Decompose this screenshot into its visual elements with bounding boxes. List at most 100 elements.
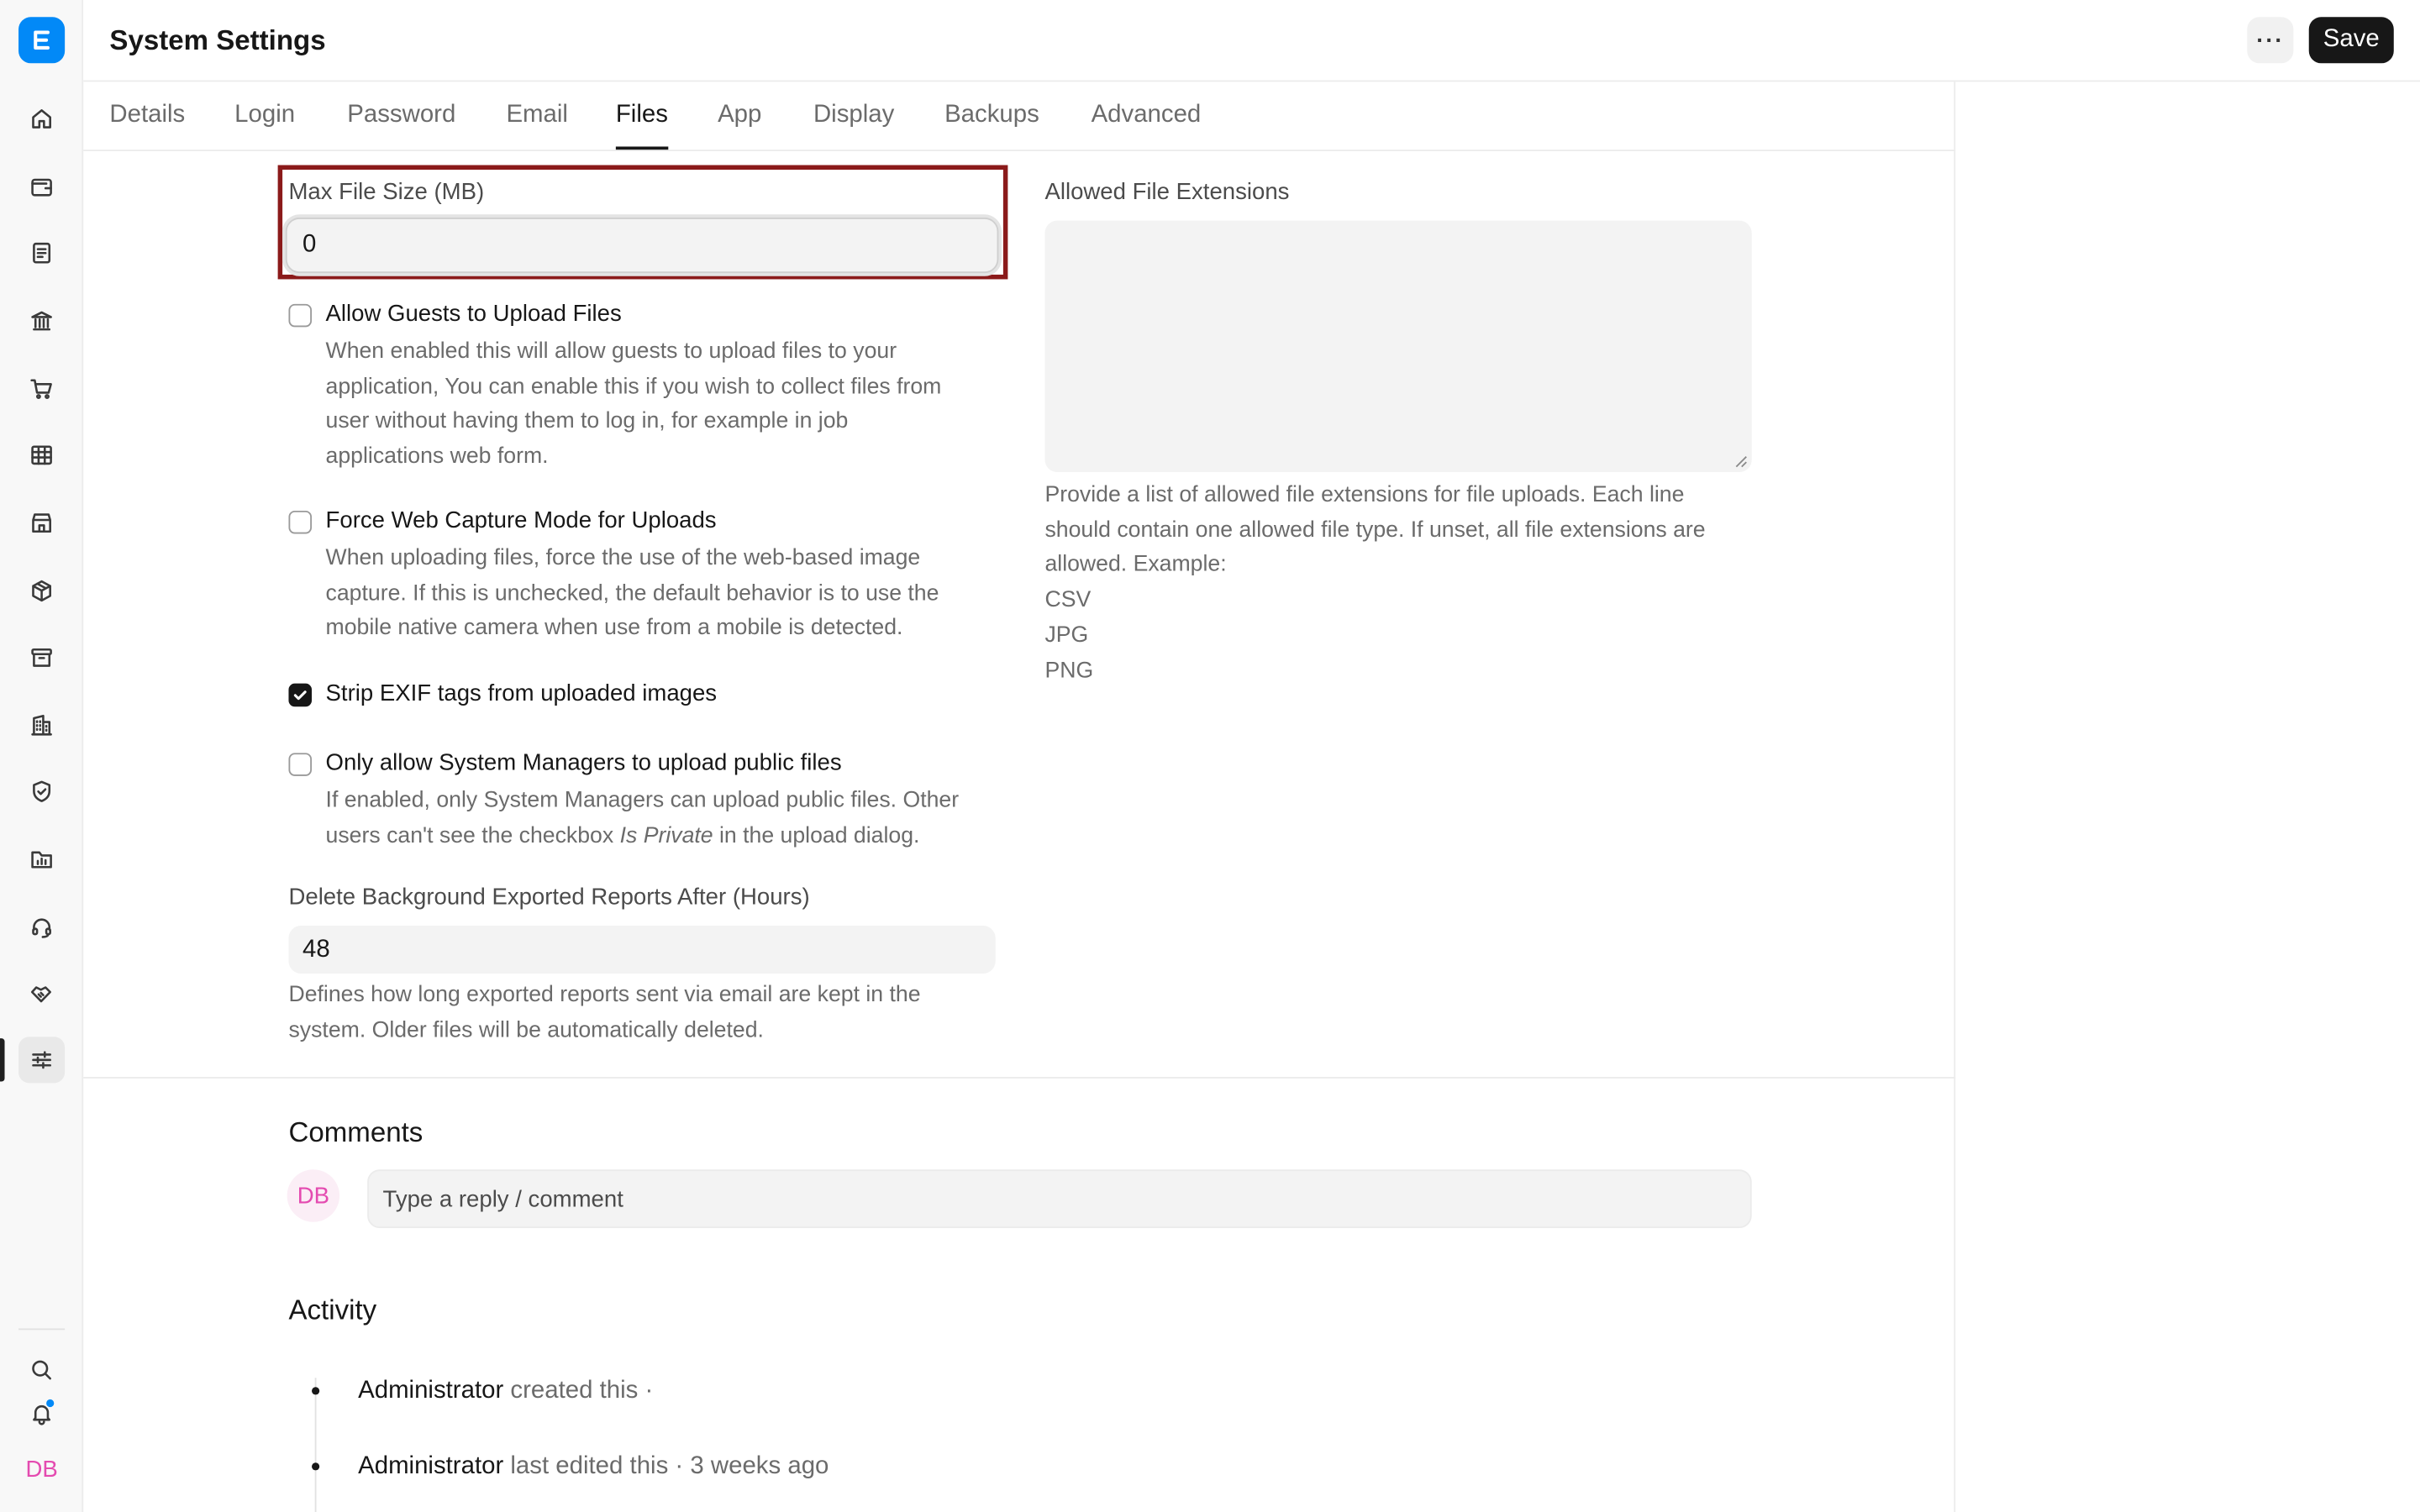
package-icon: [32, 580, 51, 602]
delete-reports-desc: Defines how long exported reports sent v…: [288, 978, 920, 1047]
allowed-extensions-label: Allowed File Extensions: [1044, 179, 1290, 206]
desc-line: user without having them to log in, for …: [325, 409, 849, 434]
user-avatar[interactable]: DB: [18, 1446, 65, 1492]
tab-backups[interactable]: Backups: [944, 102, 1039, 129]
sidebar-item-assets[interactable]: [18, 634, 65, 680]
delete-reports-input[interactable]: 48: [288, 926, 996, 974]
sidebar-item-accounting[interactable]: [18, 164, 65, 210]
page-title: System Settings: [109, 24, 326, 56]
tab-email[interactable]: Email: [506, 102, 567, 129]
tab-bar: Details Login Password Email Files App D…: [83, 81, 1956, 151]
help-line: PNG: [1044, 658, 1094, 683]
sidebar-item-home[interactable]: [18, 96, 65, 142]
desc-text: in the upload dialog.: [713, 823, 920, 848]
comments-title: Comments: [288, 1116, 424, 1148]
app-logo[interactable]: [18, 17, 66, 64]
help-line: CSV: [1044, 587, 1092, 613]
desc-line: users can't see the checkbox Is Private …: [326, 819, 960, 854]
strip-exif-label: Strip EXIF tags from uploaded images: [325, 680, 718, 707]
desc-line: capture. If this is unchecked, the defau…: [325, 580, 939, 606]
bank-icon: [31, 311, 52, 331]
force-web-capture-desc: When uploading files, force the use of t…: [326, 542, 939, 647]
store-icon: [32, 513, 51, 533]
sidebar-item-documents[interactable]: [18, 230, 65, 276]
notification-dot: [45, 1398, 56, 1409]
active-tab-indicator: [615, 146, 669, 150]
activity-user[interactable]: Administrator: [358, 1453, 503, 1479]
activity-dot: [312, 1387, 320, 1395]
activity-dot: [312, 1462, 320, 1471]
comment-avatar: DB: [287, 1169, 340, 1222]
desc-line: If enabled, only System Managers can upl…: [325, 788, 960, 813]
help-line: allowed. Example:: [1044, 553, 1227, 578]
desc-line: When enabled this will allow guests to u…: [325, 339, 897, 365]
search-icon: [32, 1360, 51, 1380]
activity-timeline: [314, 1378, 317, 1512]
tab-advanced[interactable]: Advanced: [1092, 102, 1202, 129]
settings-form: Details Login Password Email Files App D…: [83, 81, 1956, 1512]
sidebar-item-quality[interactable]: [18, 769, 65, 815]
max-file-size-label: Max File Size (MB): [288, 179, 485, 206]
sidebar-item-crm[interactable]: [18, 970, 65, 1016]
sidebar-search[interactable]: [18, 1347, 65, 1393]
save-button[interactable]: Save: [2308, 17, 2394, 64]
home-icon: [32, 109, 51, 129]
activity-text: created this ·: [503, 1378, 654, 1404]
tab-display[interactable]: Display: [813, 102, 894, 129]
help-line: should contain one allowed file type. If…: [1044, 517, 1706, 543]
sidebar-item-buying[interactable]: [18, 365, 65, 412]
sidebar-notifications[interactable]: [18, 1390, 65, 1436]
comment-input[interactable]: Type a reply / comment: [367, 1169, 1752, 1229]
sidebar-item-banking[interactable]: [18, 297, 65, 344]
strip-exif-checkbox[interactable]: [288, 683, 313, 707]
desc-line: When uploading files, force the use of t…: [325, 546, 921, 571]
page-header: System Settings ··· Save: [83, 0, 2420, 82]
tab-login[interactable]: Login: [234, 102, 295, 129]
sidebar-divider: [18, 1328, 66, 1331]
sidebar-item-selling[interactable]: [18, 500, 65, 546]
help-line: JPG: [1044, 622, 1089, 648]
activity-item: Administrator last edited this · 3 weeks…: [358, 1453, 829, 1481]
sidebar-item-projects[interactable]: [18, 837, 65, 883]
desc-text: users can't see the checkbox: [325, 823, 620, 848]
shield-icon: [33, 780, 51, 802]
allowed-extensions-textarea[interactable]: [1044, 220, 1752, 473]
only-managers-desc: If enabled, only System Managers can upl…: [326, 784, 960, 853]
sidebar-item-organization[interactable]: [18, 702, 65, 748]
desc-emphasis: Is Private: [619, 823, 713, 848]
tab-details[interactable]: Details: [109, 102, 185, 129]
desc-line: application, You can enable this if you …: [325, 374, 942, 400]
max-file-size-input[interactable]: 0: [285, 217, 999, 274]
sidebar-item-stock[interactable]: [18, 568, 65, 614]
section-divider: [83, 1077, 1956, 1079]
sliders-icon: [32, 1051, 51, 1069]
cart-icon: [30, 379, 52, 399]
sidebar-item-settings[interactable]: [18, 1037, 66, 1084]
building-icon: [31, 714, 52, 736]
force-web-capture-label: Force Web Capture Mode for Uploads: [325, 507, 717, 534]
tab-password[interactable]: Password: [347, 102, 455, 129]
tab-files[interactable]: Files: [616, 102, 668, 129]
handshake-icon: [30, 986, 51, 1003]
sidebar-item-support[interactable]: [18, 904, 65, 950]
desc-line: system. Older files will be automaticall…: [288, 1017, 764, 1043]
headset-icon: [32, 918, 51, 938]
app-logo-icon: [34, 30, 50, 50]
activity-item: Administrator created this ·: [358, 1378, 653, 1405]
delete-reports-label: Delete Background Exported Reports After…: [288, 884, 810, 911]
allow-guests-checkbox[interactable]: [288, 303, 313, 328]
tab-app[interactable]: App: [718, 102, 761, 129]
sidebar-item-tables[interactable]: [18, 432, 65, 478]
desc-line: mobile native camera when use from a mob…: [325, 616, 903, 641]
allowed-extensions-help: Provide a list of allowed file extension…: [1044, 478, 1705, 688]
active-indicator: [0, 1038, 5, 1082]
activity-user[interactable]: Administrator: [358, 1378, 503, 1404]
resize-grip-icon[interactable]: [1734, 455, 1747, 468]
sidebar: DB: [0, 0, 84, 1512]
force-web-capture-checkbox[interactable]: [288, 510, 313, 534]
desc-line: applications web form.: [325, 444, 549, 470]
activity-text: last edited this · 3 weeks ago: [503, 1453, 829, 1480]
only-managers-checkbox[interactable]: [288, 753, 313, 776]
more-actions-button[interactable]: ···: [2247, 17, 2294, 64]
table-icon: [31, 445, 52, 465]
